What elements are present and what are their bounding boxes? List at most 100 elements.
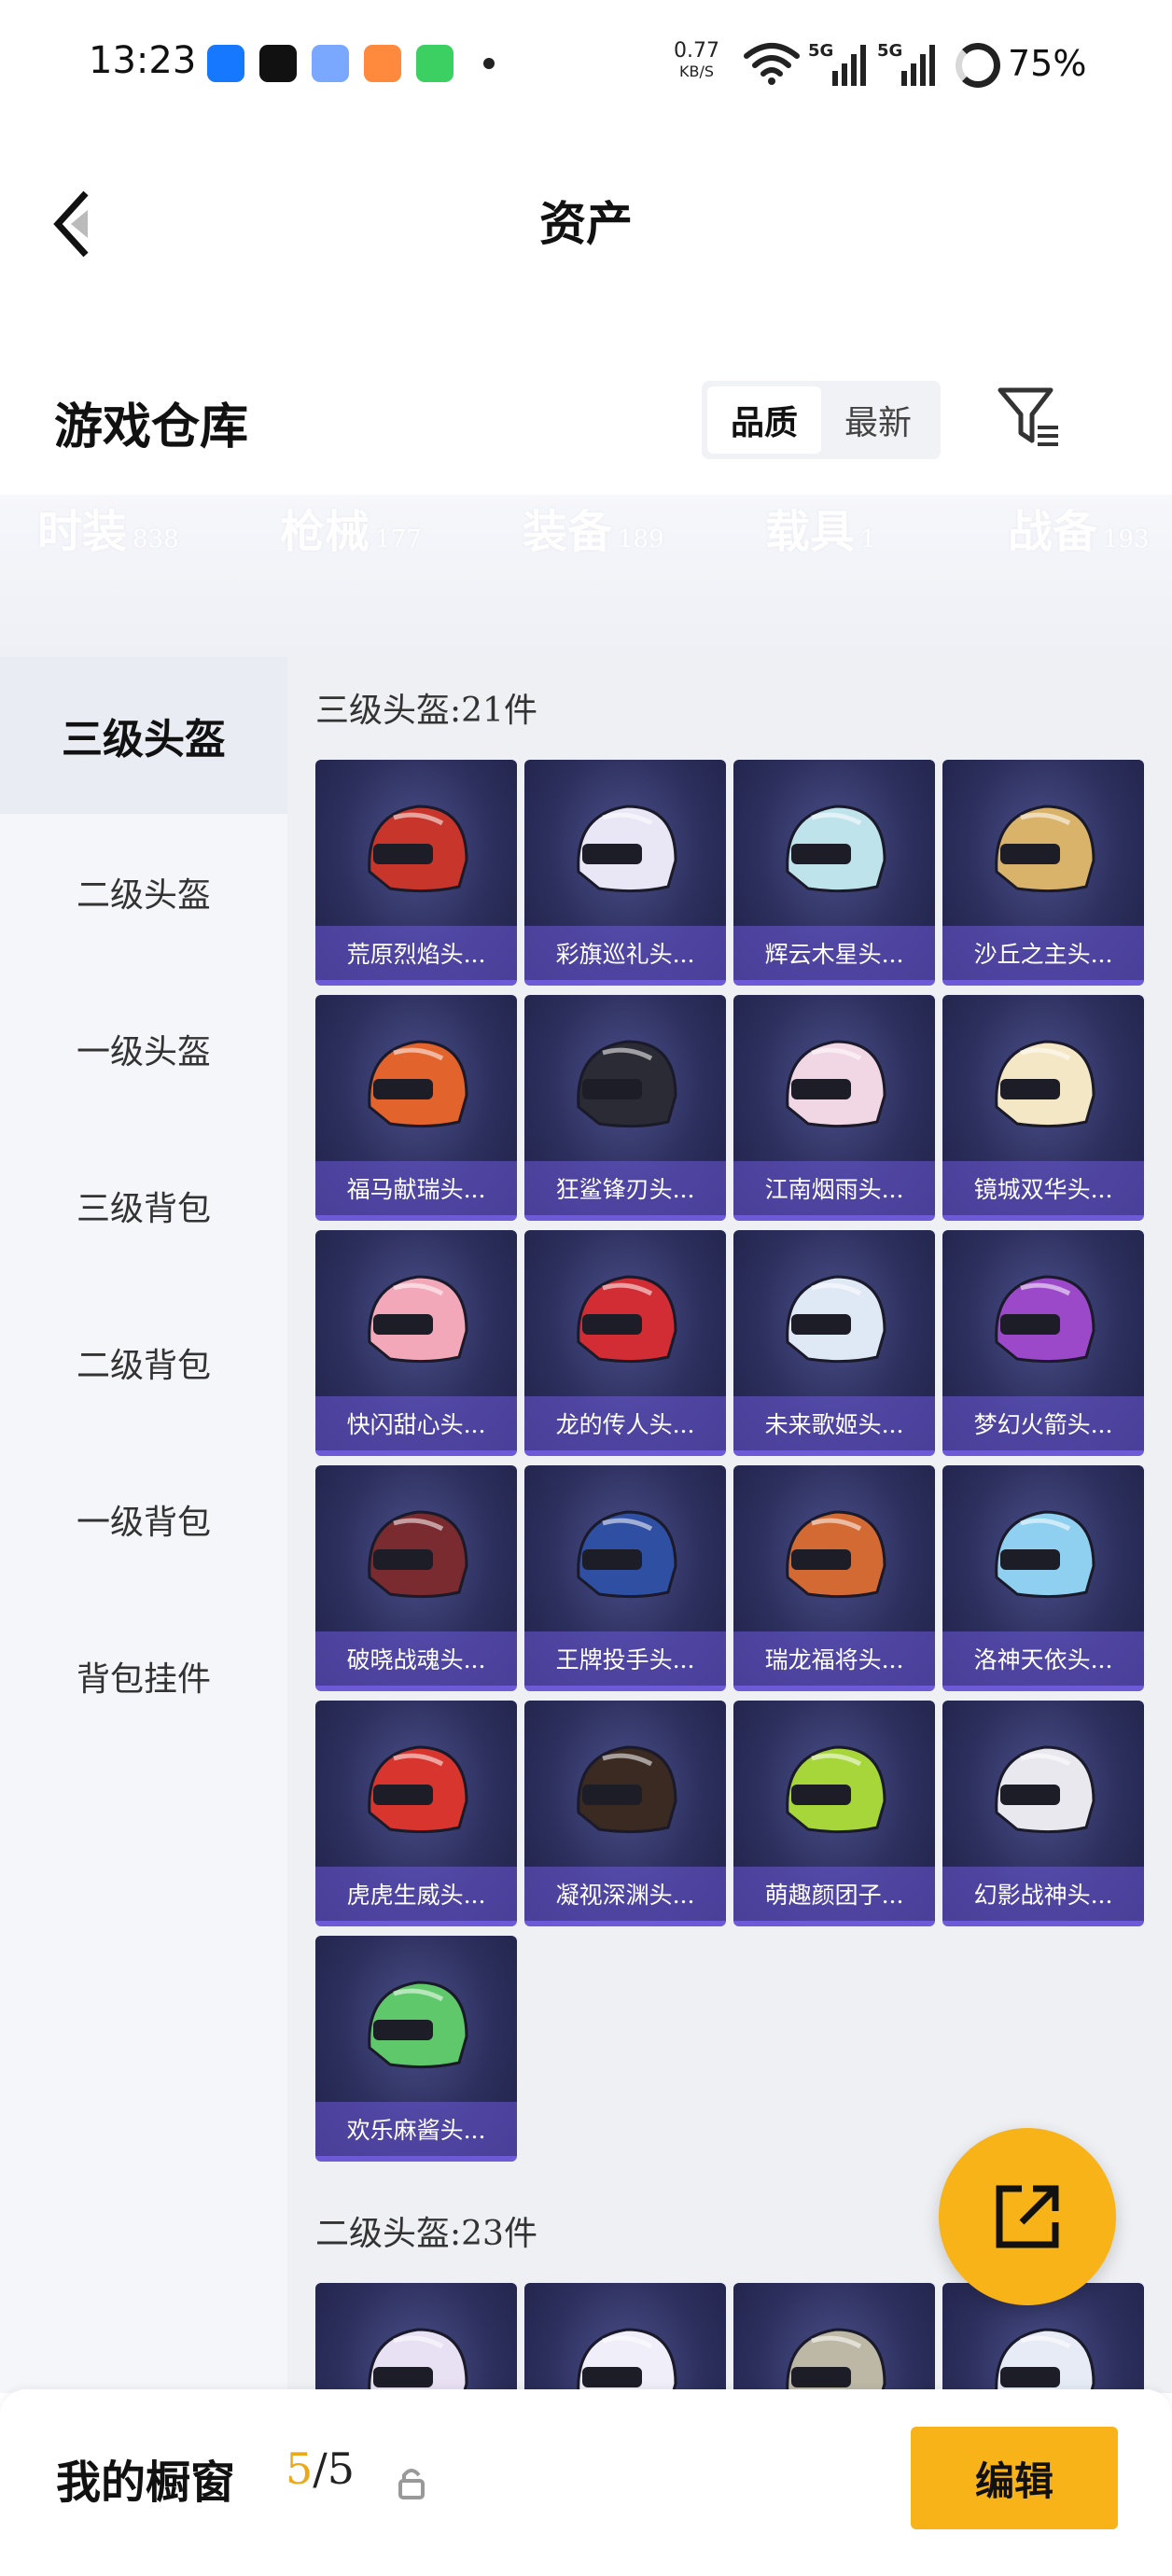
net-speed-unit: KB/S bbox=[678, 63, 714, 80]
item-name: 未来歌姬头... bbox=[733, 1396, 935, 1450]
sidebar-item[interactable]: 三级背包 bbox=[0, 1127, 287, 1284]
video-app-icon bbox=[364, 45, 401, 82]
sort-newest-button[interactable]: 最新 bbox=[821, 386, 935, 454]
category-tab-label: 载具 bbox=[765, 506, 856, 558]
item-card[interactable] bbox=[315, 2283, 517, 2393]
item-card[interactable]: 福马献瑞头... bbox=[315, 995, 517, 1221]
section-title: 游戏仓库 bbox=[54, 399, 249, 455]
category-tab-count: 193 bbox=[1103, 525, 1150, 553]
item-card[interactable] bbox=[733, 2283, 935, 2393]
helmet-icon bbox=[995, 1510, 1095, 1599]
helmet-icon bbox=[577, 2328, 677, 2393]
category-tab-count: 1 bbox=[860, 525, 876, 553]
item-name: 欢乐麻酱头... bbox=[315, 2102, 517, 2156]
bottom-bar: 我的橱窗 5/5 编辑 bbox=[0, 2389, 1172, 2576]
category-tab[interactable]: 枪械 177 bbox=[280, 495, 523, 560]
signal1-label: 5G bbox=[808, 41, 833, 61]
item-name: 快闪甜心头... bbox=[315, 1396, 517, 1450]
helmet-icon bbox=[368, 1981, 468, 2069]
helmet-icon bbox=[577, 1745, 677, 1834]
filter-icon[interactable] bbox=[997, 385, 1062, 452]
item-card[interactable]: 沙丘之主头... bbox=[942, 760, 1144, 986]
item-card[interactable]: 凝视深渊头... bbox=[524, 1701, 726, 1926]
item-name: 幻影战神头... bbox=[942, 1867, 1144, 1921]
edit-button[interactable]: 编辑 bbox=[911, 2427, 1118, 2529]
signal-icon: 5G bbox=[877, 41, 935, 86]
item-card[interactable]: 洛神天依头... bbox=[942, 1465, 1144, 1691]
helmet-icon bbox=[577, 1510, 677, 1599]
category-tab-count: 177 bbox=[375, 525, 422, 553]
sidebar-item[interactable]: 二级背包 bbox=[0, 1284, 287, 1441]
item-card[interactable]: 荒原烈焰头... bbox=[315, 760, 517, 986]
category-tab[interactable]: 战备 193 bbox=[1008, 495, 1172, 560]
item-card[interactable] bbox=[524, 2283, 726, 2393]
item-name: 镜城双华头... bbox=[942, 1161, 1144, 1215]
status-bar: 13:23 0.77 KB/S 5G 5G 75% bbox=[0, 0, 1172, 131]
tiktok-icon bbox=[259, 45, 297, 82]
share-icon bbox=[996, 2185, 1059, 2248]
category-tab[interactable]: 装备 189 bbox=[523, 495, 765, 560]
item-name: 梦幻火箭头... bbox=[942, 1396, 1144, 1450]
item-card[interactable]: 快闪甜心头... bbox=[315, 1230, 517, 1456]
item-name: 狂鲨锋刃头... bbox=[524, 1161, 726, 1215]
helmet-icon bbox=[577, 1275, 677, 1364]
sidebar-item[interactable]: 一级头盔 bbox=[0, 971, 287, 1127]
item-card[interactable]: 欢乐麻酱头... bbox=[315, 1936, 517, 2162]
item-card[interactable]: 萌趣颜团子... bbox=[733, 1701, 935, 1926]
helmet-icon bbox=[368, 805, 468, 893]
category-tab[interactable]: 时装 838 bbox=[37, 495, 280, 560]
helmet-icon bbox=[577, 805, 677, 893]
category-tabs: 时装 838 枪械 177 装备 189 载具 1 战备 193 bbox=[37, 495, 1172, 560]
net-speed-value: 0.77 bbox=[674, 39, 719, 63]
item-name: 王牌投手头... bbox=[524, 1631, 726, 1686]
category-tab-label: 装备 bbox=[523, 506, 613, 558]
item-card[interactable]: 王牌投手头... bbox=[524, 1465, 726, 1691]
notification-dot bbox=[483, 58, 495, 69]
sidebar-item[interactable]: 三级头盔 bbox=[0, 657, 287, 814]
helmet-icon bbox=[368, 1745, 468, 1834]
item-card[interactable]: 江南烟雨头... bbox=[733, 995, 935, 1221]
item-card[interactable]: 未来歌姬头... bbox=[733, 1230, 935, 1456]
item-name: 洛神天依头... bbox=[942, 1631, 1144, 1686]
helmet-icon bbox=[786, 2328, 886, 2393]
item-name: 彩旗巡礼头... bbox=[524, 926, 726, 980]
signal-icon: 5G bbox=[808, 41, 866, 86]
sidebar-item[interactable]: 一级背包 bbox=[0, 1441, 287, 1598]
helmet-icon bbox=[786, 1040, 886, 1128]
item-name: 瑞龙福将头... bbox=[733, 1631, 935, 1686]
lock-icon bbox=[398, 2469, 425, 2499]
item-card[interactable]: 虎虎生威头... bbox=[315, 1701, 517, 1926]
item-name: 沙丘之主头... bbox=[942, 926, 1144, 980]
sort-toggle: 品质 最新 bbox=[702, 381, 941, 459]
helmet-icon bbox=[995, 1040, 1095, 1128]
item-card[interactable]: 破晓战魂头... bbox=[315, 1465, 517, 1691]
category-tab-count: 838 bbox=[133, 525, 179, 553]
helmet-icon bbox=[786, 1275, 886, 1364]
status-time: 13:23 bbox=[89, 39, 197, 82]
item-card[interactable]: 龙的传人头... bbox=[524, 1230, 726, 1456]
wifi-icon bbox=[744, 43, 800, 85]
item-name: 辉云木星头... bbox=[733, 926, 935, 980]
item-card[interactable]: 彩旗巡礼头... bbox=[524, 760, 726, 986]
item-card[interactable]: 辉云木星头... bbox=[733, 760, 935, 986]
item-name: 荒原烈焰头... bbox=[315, 926, 517, 980]
helmet-icon bbox=[577, 1040, 677, 1128]
item-card[interactable]: 镜城双华头... bbox=[942, 995, 1144, 1221]
battery-icon bbox=[956, 43, 1000, 88]
item-card[interactable]: 梦幻火箭头... bbox=[942, 1230, 1144, 1456]
helmet-icon bbox=[786, 805, 886, 893]
showcase-count: 5/5 bbox=[286, 2443, 355, 2494]
showcase-current: 5 bbox=[286, 2443, 314, 2494]
item-card[interactable]: 瑞龙福将头... bbox=[733, 1465, 935, 1691]
item-card[interactable]: 狂鲨锋刃头... bbox=[524, 995, 726, 1221]
category-tab[interactable]: 载具 1 bbox=[765, 495, 1008, 560]
category-tab-label: 战备 bbox=[1008, 506, 1098, 558]
item-card[interactable]: 幻影战神头... bbox=[942, 1701, 1144, 1926]
sort-quality-button[interactable]: 品质 bbox=[707, 386, 821, 454]
item-name: 萌趣颜团子... bbox=[733, 1867, 935, 1921]
sidebar-item[interactable]: 背包挂件 bbox=[0, 1598, 287, 1755]
helmet-icon bbox=[368, 1510, 468, 1599]
helmet-icon bbox=[786, 1510, 886, 1599]
sidebar-item[interactable]: 二级头盔 bbox=[0, 814, 287, 971]
share-button[interactable] bbox=[939, 2128, 1116, 2305]
